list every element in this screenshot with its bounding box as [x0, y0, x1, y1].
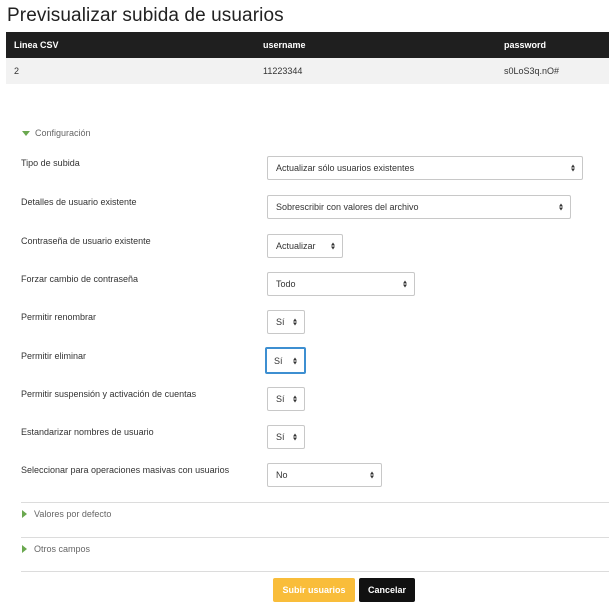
select-arrows-icon — [331, 242, 335, 250]
select-arrows-icon — [293, 318, 297, 326]
cell-csv-line: 2 — [6, 58, 255, 84]
label-permitir-renombrar: Permitir renombrar — [21, 312, 97, 322]
label-permitir-suspension: Permitir suspensión y activación de cuen… — [21, 389, 197, 399]
select-value: Sí — [274, 355, 283, 366]
section-toggle-configuracion[interactable]: Configuración — [22, 128, 91, 138]
select-value: Sí — [276, 432, 285, 442]
select-value: Sí — [276, 394, 285, 404]
section-title-otros-campos: Otros campos — [34, 544, 91, 554]
select-estandarizar-nombres[interactable]: Sí — [267, 425, 305, 449]
select-value: Actualizar — [276, 241, 316, 251]
select-value: No — [276, 470, 288, 480]
section-divider — [21, 537, 609, 538]
select-arrows-icon — [293, 357, 297, 364]
column-header-password: password — [496, 32, 609, 58]
cancel-button[interactable]: Cancelar — [359, 578, 415, 602]
select-contrasena-usuario-existente[interactable]: Actualizar — [267, 234, 343, 258]
section-divider — [21, 571, 609, 572]
select-value: Sí — [276, 317, 285, 327]
select-value: Todo — [276, 279, 296, 289]
section-title-valores-por-defecto: Valores por defecto — [34, 509, 112, 519]
column-header-csv-line: Linea CSV — [6, 32, 255, 58]
cell-username: 11223344 — [255, 58, 496, 84]
select-arrows-icon — [293, 433, 297, 441]
label-detalles-usuario-existente: Detalles de usuario existente — [21, 197, 137, 207]
table-header-row: Linea CSV username password — [6, 32, 609, 58]
select-tipo-de-subida[interactable]: Actualizar sólo usuarios existentes — [267, 156, 583, 180]
submit-upload-button[interactable]: Subir usuarios — [273, 578, 355, 602]
label-contrasena-usuario-existente: Contraseña de usuario existente — [21, 236, 151, 246]
label-operaciones-masivas: Seleccionar para operaciones masivas con… — [21, 465, 230, 475]
select-permitir-suspension[interactable]: Sí — [267, 387, 305, 411]
label-estandarizar-nombres: Estandarizar nombres de usuario — [21, 427, 154, 437]
column-header-username: username — [255, 32, 496, 58]
table-row: 2 11223344 s0LoS3q.nO# — [6, 58, 609, 84]
page-title: Previsualizar subida de usuarios — [7, 5, 284, 26]
select-arrows-icon — [293, 395, 297, 403]
collapsed-triangle-icon — [22, 545, 27, 553]
preview-table: Linea CSV username password 2 11223344 s… — [6, 32, 609, 84]
select-arrows-icon — [571, 164, 575, 172]
select-arrows-icon — [370, 471, 374, 479]
section-toggle-otros-campos[interactable]: Otros campos — [22, 544, 90, 554]
label-tipo-de-subida: Tipo de subida — [21, 158, 80, 168]
cell-password: s0LoS3q.nO# — [496, 58, 609, 84]
select-value: Sobrescribir con valores del archivo — [276, 202, 419, 212]
expanded-triangle-icon — [22, 130, 30, 136]
collapsed-triangle-icon — [22, 510, 27, 518]
select-forzar-cambio-contrasena[interactable]: Todo — [267, 272, 415, 296]
section-divider — [21, 502, 609, 503]
select-permitir-eliminar[interactable]: Sí — [265, 347, 306, 374]
section-title-configuracion: Configuración — [35, 128, 91, 138]
select-permitir-renombrar[interactable]: Sí — [267, 310, 305, 334]
label-forzar-cambio-contrasena: Forzar cambio de contraseña — [21, 274, 139, 284]
label-permitir-eliminar: Permitir eliminar — [21, 351, 87, 361]
section-toggle-valores-por-defecto[interactable]: Valores por defecto — [22, 509, 111, 519]
select-arrows-icon — [403, 280, 407, 288]
select-arrows-icon — [559, 203, 563, 211]
select-detalles-usuario-existente[interactable]: Sobrescribir con valores del archivo — [267, 195, 571, 219]
select-operaciones-masivas[interactable]: No — [267, 463, 382, 487]
select-value: Actualizar sólo usuarios existentes — [276, 163, 415, 173]
